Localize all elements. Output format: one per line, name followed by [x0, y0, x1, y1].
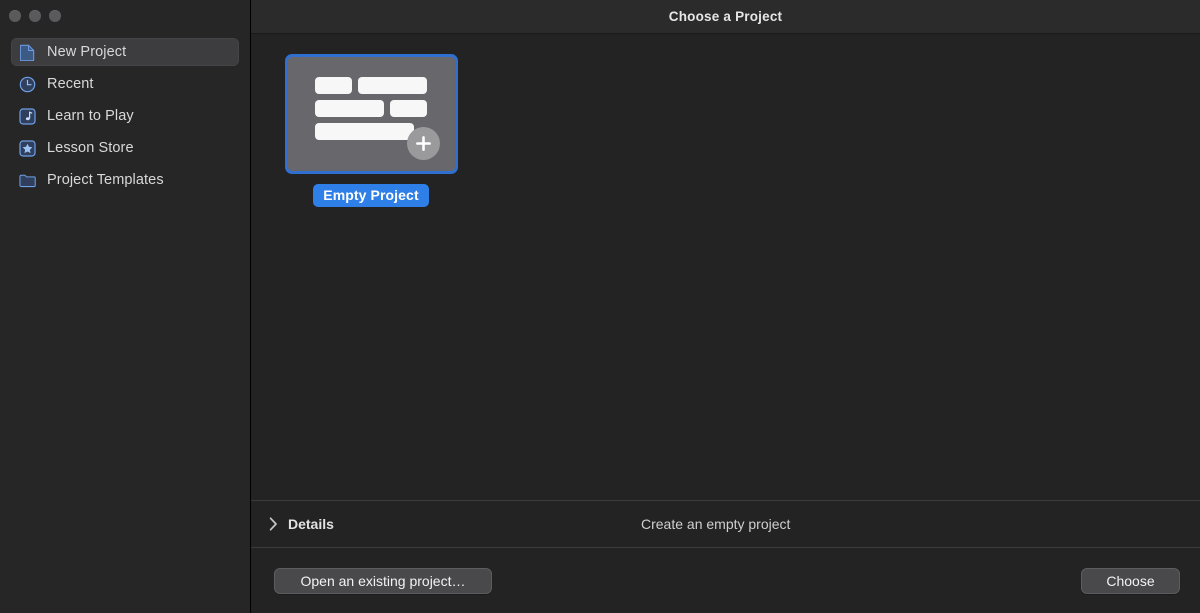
plus-icon	[406, 127, 440, 160]
project-tile-empty-project[interactable]: Empty Project	[284, 54, 458, 207]
document-icon	[19, 44, 36, 61]
bar-row	[314, 77, 427, 94]
details-bar: Details Create an empty project	[251, 500, 1200, 548]
sidebar-item-label: Lesson Store	[47, 140, 134, 156]
minimize-button[interactable]	[29, 10, 41, 22]
track-bar	[314, 100, 384, 117]
folder-icon	[19, 172, 36, 189]
star-icon	[19, 139, 36, 157]
sidebar-item-new-project[interactable]: New Project	[11, 38, 239, 66]
details-disclosure-button[interactable]: Details	[269, 516, 334, 532]
window-title: Choose a Project	[668, 9, 783, 24]
sidebar: New Project Recent Learn to Play Lesson …	[0, 0, 251, 613]
close-button[interactable]	[9, 10, 21, 22]
window-controls	[9, 10, 61, 22]
music-note-icon	[19, 107, 36, 125]
sidebar-item-learn-to-play[interactable]: Learn to Play	[11, 102, 239, 130]
footer-bar: Open an existing project… Choose	[251, 548, 1200, 613]
content-pane: Choose a Project Empty Project Details C…	[251, 0, 1200, 613]
chevron-right-icon	[269, 517, 278, 531]
choose-button[interactable]: Choose	[1081, 567, 1180, 594]
track-bar	[314, 123, 414, 140]
track-bar	[357, 77, 427, 94]
clock-icon	[19, 76, 36, 93]
details-label: Details	[288, 516, 334, 532]
project-tile-label: Empty Project	[313, 184, 429, 207]
project-thumbnail[interactable]	[284, 54, 458, 174]
open-existing-project-button[interactable]: Open an existing project…	[274, 567, 492, 594]
sidebar-item-label: Project Templates	[47, 172, 164, 188]
project-grid: Empty Project	[251, 34, 1200, 500]
track-bar	[389, 100, 427, 117]
sidebar-item-lesson-store[interactable]: Lesson Store	[11, 134, 239, 162]
bar-row	[314, 100, 427, 117]
sidebar-item-recent[interactable]: Recent	[11, 70, 239, 98]
zoom-button[interactable]	[49, 10, 61, 22]
sidebar-item-project-templates[interactable]: Project Templates	[11, 166, 239, 194]
sidebar-item-label: New Project	[47, 44, 127, 60]
choose-a-project-window: New Project Recent Learn to Play Lesson …	[0, 0, 1200, 613]
titlebar: Choose a Project	[251, 0, 1200, 34]
sidebar-list: New Project Recent Learn to Play Lesson …	[0, 38, 250, 198]
sidebar-item-label: Learn to Play	[47, 108, 134, 124]
project-description: Create an empty project	[641, 516, 791, 532]
track-bar	[314, 77, 352, 94]
sidebar-item-label: Recent	[47, 76, 94, 92]
